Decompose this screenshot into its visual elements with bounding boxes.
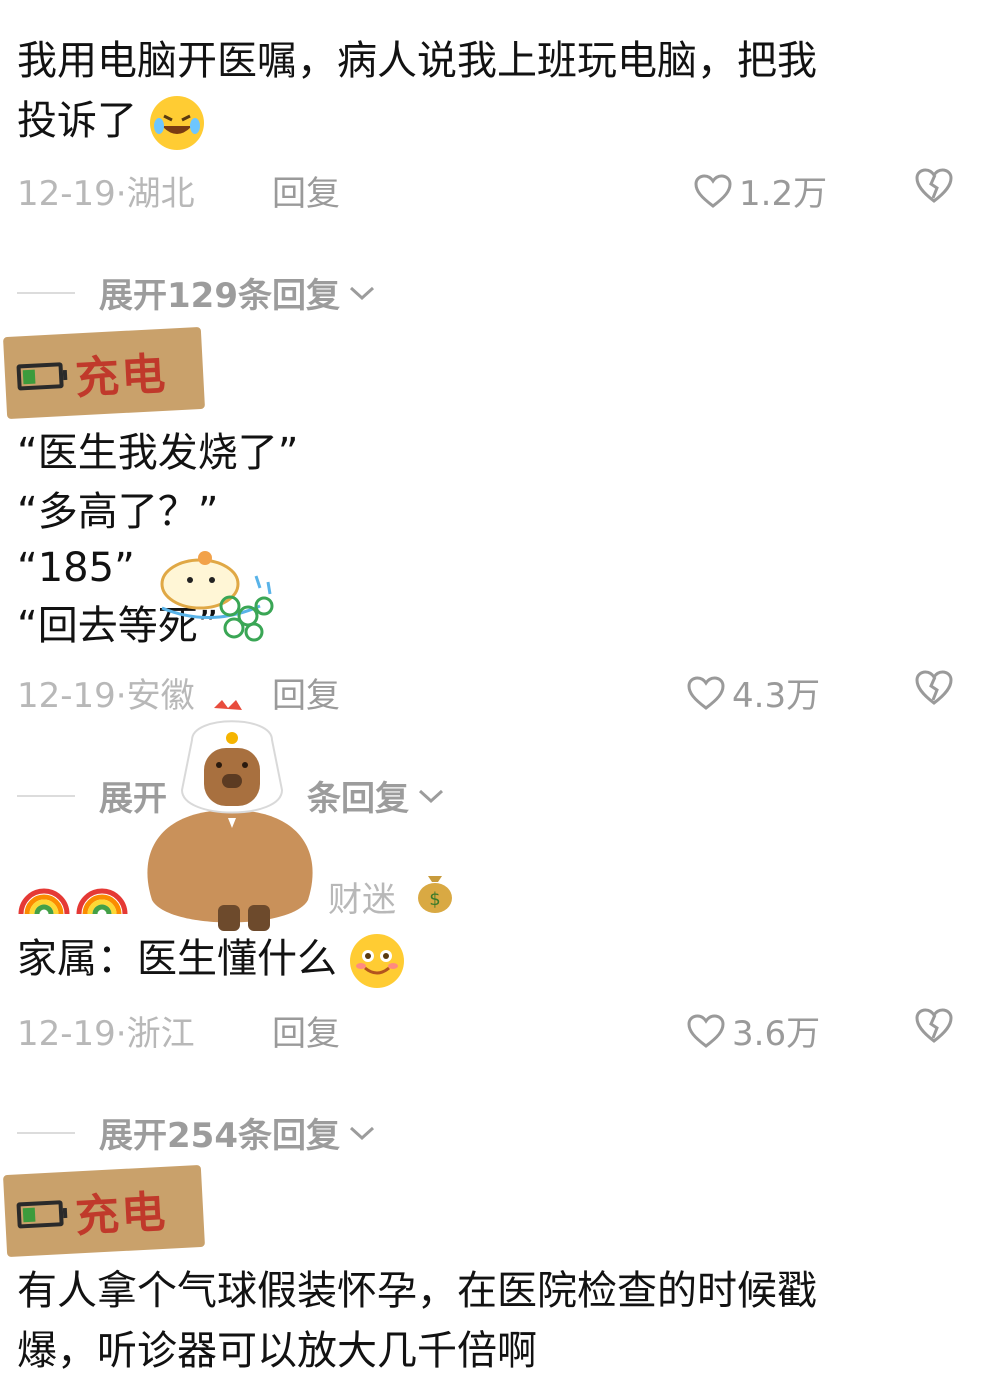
expand-label: 展开129条回复 — [99, 276, 340, 316]
comment-3-meta: 12-19·浙江 — [17, 1014, 195, 1054]
charge-badge-text: 充电 — [73, 348, 169, 405]
broken-heart-icon — [915, 670, 953, 705]
comment-3-text-span: 家属：医生懂什么 — [17, 936, 337, 982]
comment-2-like-count: 4.3万 — [732, 676, 821, 716]
comment-4-text-line1: 有人拿个气球假装怀孕，在医院检查的时候戳 — [17, 1268, 817, 1314]
comment-3-reply-button[interactable]: 回复 — [272, 1006, 340, 1055]
chevron-down-icon — [418, 789, 444, 803]
capybara-sticker — [147, 700, 313, 931]
heart-outline-icon — [694, 173, 732, 208]
comment-2-line-3: “185” — [17, 545, 135, 591]
comment-1-text-line2: 投诉了 — [17, 92, 204, 151]
comment-1-like-button[interactable]: 1.2万 — [693, 166, 827, 215]
expand-label: 展开254条回复 — [99, 1116, 340, 1156]
comment-1-location: 湖北 — [126, 174, 195, 214]
comment-1-date: 12-19 — [17, 174, 116, 214]
comment-3-like-button[interactable]: 3.6万 — [686, 1006, 820, 1055]
heart-outline-icon — [687, 675, 725, 710]
divider-line — [17, 1131, 75, 1134]
comment-2-like-button[interactable]: 4.3万 — [686, 668, 820, 717]
comment-2-date: 12-19 — [17, 676, 116, 716]
comment-1-text-line1: 我用电脑开医嘱，病人说我上班玩电脑，把我 — [17, 38, 817, 84]
comment-3-text: 家属：医生懂什么 — [17, 930, 404, 989]
rainbow-icon — [18, 888, 70, 915]
comment-3-date: 12-19 — [17, 1014, 116, 1054]
divider-line — [17, 291, 75, 294]
broken-heart-icon — [915, 1008, 953, 1043]
comment-1-text-line2-span: 投诉了 — [17, 98, 137, 144]
comment-2-line-2: “多高了？” — [17, 489, 219, 535]
sweating-chick-sticker — [160, 551, 274, 642]
charge-badge: 充电 — [2, 326, 206, 420]
divider-line — [17, 794, 75, 797]
svg-text:$: $ — [429, 889, 440, 910]
chevron-down-icon — [349, 286, 374, 300]
comment-2-dislike-button[interactable] — [914, 668, 954, 710]
comment-3-username[interactable]: 财迷 — [328, 872, 396, 921]
comment-1-meta: 12-19·湖北 — [17, 174, 195, 214]
comment-1-like-count: 1.2万 — [739, 174, 828, 214]
comment-3-like-count: 3.6万 — [732, 1014, 821, 1054]
chevron-down-icon — [349, 1126, 374, 1140]
battery-icon — [16, 1200, 64, 1229]
battery-icon — [16, 362, 64, 391]
comment-1-reply-button[interactable]: 回复 — [272, 166, 340, 215]
broken-heart-icon — [915, 168, 953, 203]
comment-3-location: 浙江 — [126, 1014, 195, 1054]
comment-2-line-1: “医生我发烧了” — [17, 430, 299, 476]
smiling-face-emoji-icon — [349, 934, 404, 988]
charge-badge: 充电 — [2, 1164, 206, 1258]
comment-4-text-line2: 爆，听诊器可以放大几千倍啊 — [17, 1328, 537, 1374]
heart-outline-icon — [687, 1013, 725, 1048]
comment-1-dislike-button[interactable] — [914, 166, 954, 208]
money-bag-icon: $ — [418, 876, 452, 913]
rainbow-icon — [76, 888, 128, 915]
comment-3-expand-replies[interactable]: 展开254条回复 — [17, 1108, 376, 1157]
comment-3-dislike-button[interactable] — [914, 1006, 954, 1048]
charge-badge-text: 充电 — [73, 1186, 169, 1243]
rofl-emoji-icon — [149, 96, 204, 150]
comment-1-expand-replies[interactable]: 展开129条回复 — [17, 268, 376, 317]
